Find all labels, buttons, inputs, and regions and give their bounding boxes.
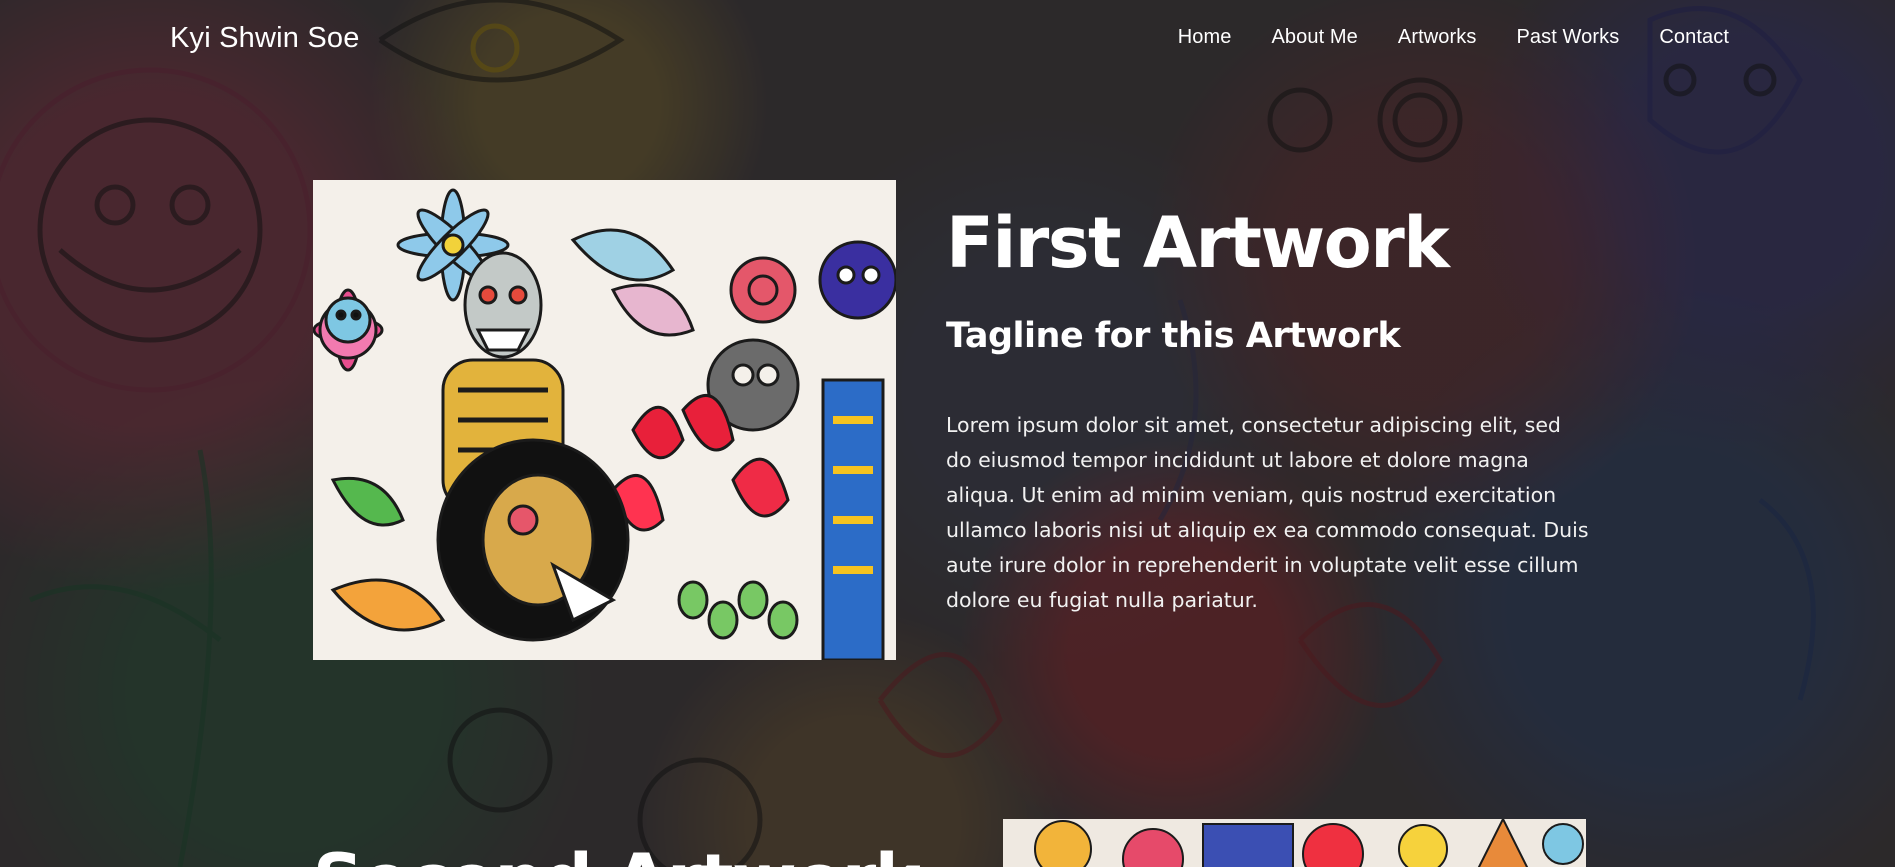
artwork-painting-1 xyxy=(313,180,896,660)
artwork-description: Lorem ipsum dolor sit amet, consectetur … xyxy=(946,413,1589,612)
nav-home[interactable]: Home xyxy=(1178,26,1232,49)
artwork-tagline: Tagline for this Artwork xyxy=(946,316,1401,356)
artwork-painting-2 xyxy=(1003,819,1586,867)
nav-contact[interactable]: Contact xyxy=(1659,26,1729,49)
site-brand[interactable]: Kyi Shwin Soe xyxy=(170,22,360,55)
nav-past-works[interactable]: Past Works xyxy=(1516,26,1619,49)
site-header: Kyi Shwin Soe Home About Me Artworks Pas… xyxy=(0,0,1895,84)
main-nav: Home About Me Artworks Past Works Contac… xyxy=(1178,26,1729,49)
artwork-image-1 xyxy=(313,180,896,660)
nav-artworks[interactable]: Artworks xyxy=(1398,26,1477,49)
artwork-title-2: Second Artwork xyxy=(313,842,920,867)
artwork-text-1: First Artwork Tagline for this Artwork L… xyxy=(946,205,1596,618)
artwork-image-2 xyxy=(1003,819,1586,867)
nav-about-me[interactable]: About Me xyxy=(1271,26,1357,49)
artwork-title: First Artwork xyxy=(946,202,1450,284)
